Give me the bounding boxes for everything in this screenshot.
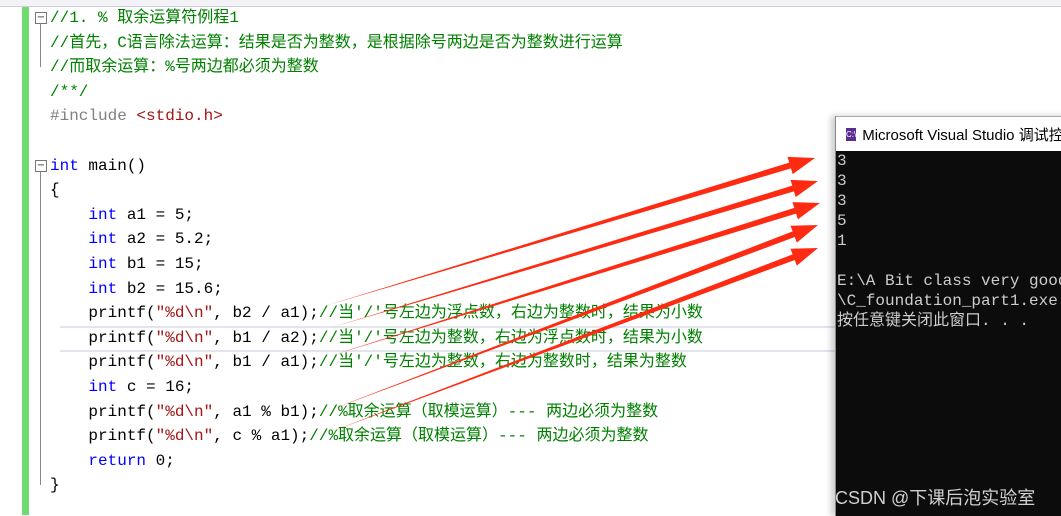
arrow [330, 202, 820, 356]
arrow [325, 156, 815, 306]
annotation-arrows [325, 156, 820, 432]
arrow [330, 248, 818, 432]
arrow [330, 225, 818, 410]
